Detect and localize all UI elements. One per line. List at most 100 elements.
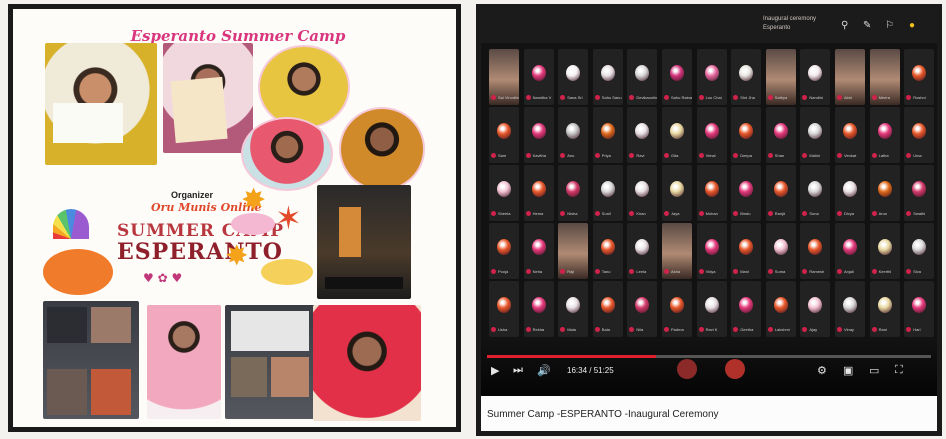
participant-avatar — [773, 181, 788, 197]
people-icon[interactable]: ⚲ — [841, 20, 848, 31]
gear-icon[interactable]: ⚙ — [817, 364, 827, 377]
participant-name: Mohan — [698, 211, 727, 219]
participant-avatar — [635, 65, 650, 81]
participant-avatar — [843, 181, 857, 197]
mic-muted-icon — [491, 269, 496, 275]
participant-avatar — [877, 123, 892, 139]
participant-tile: Pooja — [489, 223, 519, 279]
participant-tile: Jaya — [662, 165, 692, 221]
participant-name: Nisha — [560, 211, 588, 219]
mic-muted-icon — [906, 95, 912, 101]
participant-avatar — [739, 65, 754, 81]
mic-muted-icon — [802, 211, 808, 217]
mic-muted-icon — [491, 211, 496, 217]
photo-circle-girl-3 — [339, 107, 425, 191]
playlist-thumbnail-left[interactable] — [677, 359, 697, 379]
video-player[interactable]: Inaugural ceremony Esperanto ⚲ ✎ ⚐ ● Sai… — [476, 4, 942, 436]
mic-muted-icon — [733, 269, 739, 275]
participant-tile: Sunil — [592, 165, 623, 221]
participant-name: Mani — [733, 269, 761, 277]
participant-tile: Mani — [731, 223, 762, 279]
participant-avatar — [635, 123, 650, 139]
participant-tile: Anjali — [835, 223, 865, 279]
participant-avatar — [531, 123, 546, 139]
participant-avatar — [773, 123, 788, 139]
participant-tile: Devikaonline — [627, 49, 658, 105]
video-area[interactable]: Inaugural ceremony Esperanto ⚲ ✎ ⚐ ● Sai… — [481, 9, 937, 396]
participant-avatar — [531, 297, 546, 313]
participant-tile: Venkat — [835, 107, 865, 163]
theater-icon[interactable]: ▭ — [869, 364, 879, 377]
participant-tile: Ajay — [800, 281, 831, 337]
participant-avatar — [600, 297, 615, 313]
participant-tile: Asha — [662, 223, 692, 279]
mic-muted-icon — [491, 153, 496, 159]
participant-avatar — [739, 123, 754, 139]
mic-muted-icon — [906, 153, 912, 159]
volume-icon[interactable]: 🔊 — [537, 364, 551, 377]
mic-muted-icon — [594, 211, 600, 217]
participant-avatar — [497, 123, 511, 139]
participant-avatar — [808, 181, 823, 197]
participant-avatar — [635, 181, 650, 197]
participant-avatar — [808, 239, 823, 255]
mic-muted-icon — [802, 269, 808, 275]
participant-name: Hema — [525, 211, 554, 219]
mic-muted-icon — [698, 153, 704, 159]
participant-name: Namitha V — [525, 95, 554, 103]
participant-name: Ranjit — [767, 211, 796, 219]
mic-muted-icon — [698, 327, 704, 333]
participant-name: Ravi — [629, 153, 657, 161]
mic-muted-icon — [767, 153, 773, 159]
participant-name: Lou Chai — [698, 95, 727, 103]
participant-avatar — [773, 297, 788, 313]
activity-icon[interactable]: ⚐ — [885, 20, 894, 31]
participant-tile: Sana Sri — [558, 49, 589, 105]
miniplayer-icon[interactable]: ▣ — [843, 364, 853, 377]
mic-muted-icon — [767, 95, 773, 101]
participant-name: Meera — [871, 95, 900, 103]
participant-avatar — [531, 65, 546, 81]
orange-cloud-sticker — [43, 249, 113, 295]
participant-tile: Sai Vinodhini — [489, 49, 519, 105]
participant-avatar — [531, 239, 546, 255]
progress-fill — [487, 355, 656, 358]
next-icon[interactable]: ⏭ — [513, 364, 523, 377]
small-decor-icons: ♥ ✿ ♥ — [143, 271, 183, 285]
participant-avatar — [912, 239, 927, 255]
participant-name: Divya — [837, 211, 865, 219]
participant-avatar — [704, 65, 719, 81]
play-icon[interactable]: ▶ — [491, 364, 499, 377]
participant-tile: Siva — [904, 223, 935, 279]
mic-muted-icon — [664, 95, 669, 101]
participant-name: Priya — [594, 153, 623, 161]
participant-name: Sahu Ratna — [664, 95, 692, 103]
participant-avatar — [912, 297, 927, 313]
chat-icon[interactable]: ✎ — [863, 20, 871, 31]
participant-tile: Sahu Ratna — [662, 49, 692, 105]
participant-tile: Sam — [489, 107, 519, 163]
mic-muted-icon — [491, 327, 496, 333]
participant-tile: Geetha — [731, 281, 762, 337]
participant-name: Anjali — [837, 269, 865, 277]
user-avatar-icon[interactable]: ● — [909, 20, 915, 31]
progress-bar[interactable] — [487, 355, 931, 358]
mic-muted-icon — [837, 211, 842, 217]
mic-muted-icon — [560, 153, 566, 159]
participant-tile: Arun — [869, 165, 900, 221]
participant-avatar — [773, 239, 788, 255]
participant-name: Raji — [560, 269, 588, 277]
participant-tile: Malini — [800, 107, 831, 163]
participant-avatar — [600, 181, 615, 197]
mic-muted-icon — [802, 153, 808, 159]
mic-muted-icon — [767, 211, 773, 217]
playlist-thumbnail-right[interactable] — [725, 359, 745, 379]
fullscreen-icon[interactable]: ⛶ — [895, 364, 903, 377]
participant-name: Hari — [906, 327, 934, 335]
photo-video-call-3 — [225, 305, 315, 419]
participant-tile: Hari — [904, 281, 935, 337]
mic-muted-icon — [560, 327, 566, 333]
participant-name: Anu — [560, 153, 588, 161]
participant-tile: Keerthi — [869, 223, 900, 279]
mic-muted-icon — [906, 269, 912, 275]
